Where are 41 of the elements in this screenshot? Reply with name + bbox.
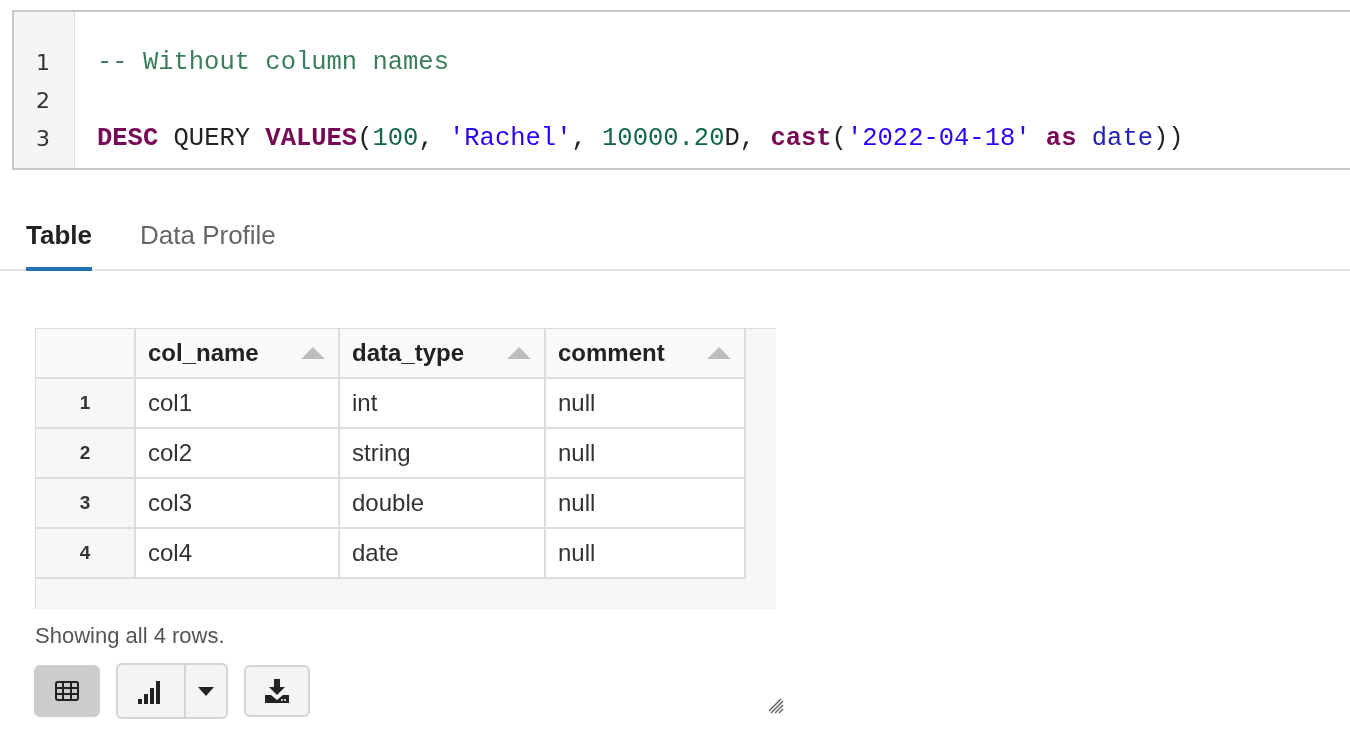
tab[interactable]: Data Profile (140, 210, 276, 271)
table-cell: col1 (136, 379, 340, 429)
table-cell: double (340, 479, 546, 529)
row-number: 1 (36, 379, 136, 429)
column-title: comment (558, 339, 665, 367)
table-cell: int (340, 379, 546, 429)
table-cell: null (546, 429, 746, 479)
sort-arrow-icon (300, 346, 326, 360)
tab[interactable]: Table (26, 210, 92, 271)
table-cell: date (340, 529, 546, 579)
download-icon (265, 679, 289, 703)
caret-icon (198, 686, 214, 696)
line-number: 1 (35, 49, 51, 77)
line-number: 3 (35, 125, 51, 153)
row-number: 2 (36, 429, 136, 479)
table-icon (55, 681, 79, 701)
column-title: col_name (148, 339, 259, 367)
column-title: data_type (352, 339, 465, 367)
line-number: 2 (35, 87, 51, 115)
column-header[interactable]: comment (546, 329, 746, 379)
code-line: -- Without column names (97, 47, 450, 79)
table-button[interactable] (34, 665, 100, 717)
table-cell: col2 (136, 429, 340, 479)
code-line: DESC QUERY VALUES(100, 'Rachel', 10000.20D, cast('2022-04-18' as date)) (97, 123, 1185, 155)
code-editor[interactable]: 1 2 3 -- Without column names DESC QUERY VALUES(100, 'Rachel', 10000.20D, cast('2022-04-18' as date)) (12, 10, 1350, 170)
table-cell: col4 (136, 529, 340, 579)
table-cell: col3 (136, 479, 340, 529)
table-cell: null (546, 379, 746, 429)
download-button[interactable] (244, 665, 310, 717)
row-count-text: Showing all 4 rows. (35, 623, 226, 649)
table-cell: string (340, 429, 546, 479)
resize-handle-icon[interactable] (768, 698, 784, 714)
table-cell: null (546, 529, 746, 579)
row-number: 4 (36, 529, 136, 579)
sort-arrow-icon (506, 346, 532, 360)
column-header[interactable]: col_name (136, 329, 340, 379)
chart-split-button[interactable] (116, 663, 228, 719)
sort-arrow-icon (706, 346, 732, 360)
column-header[interactable]: data_type (340, 329, 546, 379)
row-number: 3 (36, 479, 136, 529)
table-cell: null (546, 479, 746, 529)
